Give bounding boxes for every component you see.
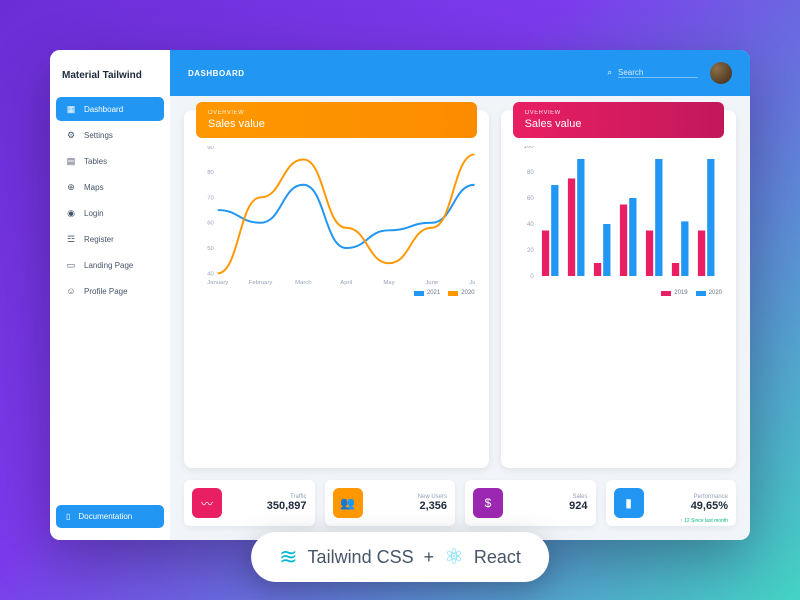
- svg-text:70: 70: [207, 195, 214, 201]
- svg-text:90: 90: [207, 146, 214, 151]
- nav-label: Register: [84, 235, 114, 244]
- svg-text:40: 40: [207, 271, 214, 277]
- svg-text:40: 40: [527, 222, 534, 228]
- nav-list: ▦ Dashboard ⚙ Settings ▤ Tables ⊕ Maps ◉ Login ☲ Re…: [50, 95, 170, 499]
- legend: 2021 2020: [198, 290, 475, 296]
- avatar[interactable]: [710, 62, 732, 84]
- stat-value: 924: [511, 500, 588, 512]
- svg-text:20: 20: [527, 248, 534, 254]
- chart-header: OVERVIEW Sales value: [196, 102, 477, 138]
- svg-text:February: February: [249, 280, 273, 286]
- content: OVERVIEW Sales value 40 50 60 70 80 90 January…: [170, 96, 750, 540]
- tech-badge: ≋ Tailwind CSS + ⚛ React: [251, 532, 549, 582]
- app-window: Material Tailwind ▦ Dashboard ⚙ Settings ▤ Ta…: [50, 50, 750, 540]
- svg-text:60: 60: [207, 221, 214, 227]
- overview-label: OVERVIEW: [208, 110, 465, 116]
- search-input[interactable]: [618, 68, 698, 78]
- svg-text:July: July: [469, 280, 474, 286]
- nav-label: Landing Page: [84, 261, 133, 270]
- search-icon: ⌕: [608, 68, 612, 78]
- sidebar-item-register[interactable]: ☲ Register: [56, 227, 164, 251]
- doc-icon: ▯: [66, 512, 70, 521]
- search[interactable]: ⌕: [608, 68, 698, 78]
- legend-item: 2021: [414, 290, 440, 296]
- line-chart: 40 50 60 70 80 90 January February March April May…: [198, 146, 475, 286]
- stats-row: 〰Traffic350,897👥New Users2,356$Sales924 ▮…: [184, 480, 736, 526]
- legend-item: 2020: [696, 290, 722, 296]
- chart-title: Sales value: [208, 118, 465, 130]
- chart-header: OVERVIEW Sales value: [513, 102, 724, 138]
- bar-chart: 0 20 40 60 80 100: [515, 146, 722, 286]
- svg-text:0: 0: [530, 274, 534, 280]
- badge-react: React: [474, 547, 521, 568]
- sidebar-item-dashboard[interactable]: ▦ Dashboard: [56, 97, 164, 121]
- svg-text:June: June: [425, 280, 439, 286]
- overview-label: OVERVIEW: [525, 110, 712, 116]
- charts-row: OVERVIEW Sales value 40 50 60 70 80 90 January…: [184, 110, 736, 468]
- sidebar-item-settings[interactable]: ⚙ Settings: [56, 123, 164, 147]
- topbar: DASHBOARD ⌕: [170, 50, 750, 96]
- nav-label: Login: [84, 209, 104, 218]
- legend: 2019 2020: [515, 290, 722, 296]
- page-title: DASHBOARD: [188, 69, 245, 78]
- sidebar-item-profile-page[interactable]: ☺ Profile Page: [56, 279, 164, 303]
- nav-label: Dashboard: [84, 105, 123, 114]
- nav-icon: ☲: [66, 234, 76, 244]
- badge-plus: +: [424, 547, 435, 568]
- stat-card-sales: $Sales924: [465, 480, 596, 526]
- nav-icon: ⊕: [66, 182, 76, 192]
- nav-icon: ▭: [66, 260, 76, 270]
- documentation-button[interactable]: ▯ Documentation: [56, 505, 164, 528]
- badge-tailwind: Tailwind CSS: [308, 547, 414, 568]
- sidebar: Material Tailwind ▦ Dashboard ⚙ Settings ▤ Ta…: [50, 50, 170, 540]
- svg-text:March: March: [295, 280, 311, 286]
- nav-icon: ◉: [66, 208, 76, 218]
- nav-icon: ☺: [66, 286, 76, 296]
- stat-value: 2,356: [371, 500, 448, 512]
- main: DASHBOARD ⌕ OVERVIEW Sales value 40 50 60 7…: [170, 50, 750, 540]
- svg-text:80: 80: [207, 170, 214, 176]
- sidebar-item-maps[interactable]: ⊕ Maps: [56, 175, 164, 199]
- react-icon: ⚛: [444, 544, 464, 570]
- nav-label: Profile Page: [84, 287, 128, 296]
- svg-text:April: April: [340, 280, 352, 286]
- svg-text:60: 60: [527, 196, 534, 202]
- stat-value: 49,65%: [652, 500, 729, 512]
- legend-item: 2019: [661, 290, 687, 296]
- svg-text:100: 100: [523, 146, 534, 150]
- doc-label: Documentation: [78, 512, 132, 521]
- nav-icon: ▤: [66, 156, 76, 166]
- svg-text:80: 80: [527, 170, 534, 176]
- svg-text:May: May: [383, 280, 394, 286]
- chart-title: Sales value: [525, 118, 712, 130]
- svg-text:January: January: [207, 280, 228, 286]
- stat-icon: 〰: [192, 488, 222, 518]
- stat-value: 350,897: [230, 500, 307, 512]
- stat-sub: ↑ 12 Since last month: [680, 518, 728, 524]
- tailwind-icon: ≋: [279, 544, 297, 570]
- nav-label: Maps: [84, 183, 104, 192]
- nav-icon: ⚙: [66, 130, 76, 140]
- sidebar-item-login[interactable]: ◉ Login: [56, 201, 164, 225]
- line-chart-card: OVERVIEW Sales value 40 50 60 70 80 90 January…: [184, 110, 489, 468]
- stat-icon: ▮: [614, 488, 644, 518]
- sidebar-item-tables[interactable]: ▤ Tables: [56, 149, 164, 173]
- svg-text:50: 50: [207, 246, 214, 252]
- nav-icon: ▦: [66, 104, 76, 114]
- stat-card-new-users: 👥New Users2,356: [325, 480, 456, 526]
- nav-label: Tables: [84, 157, 107, 166]
- legend-item: 2020: [448, 290, 474, 296]
- stat-card-performance: ▮Performance49,65%↑ 12 Since last month: [606, 480, 737, 526]
- sidebar-item-landing-page[interactable]: ▭ Landing Page: [56, 253, 164, 277]
- bar-chart-card: OVERVIEW Sales value 020406080100 201920…: [501, 110, 736, 468]
- stat-icon: $: [473, 488, 503, 518]
- logo: Material Tailwind: [50, 62, 170, 95]
- stat-card-traffic: 〰Traffic350,897: [184, 480, 315, 526]
- stat-icon: 👥: [333, 488, 363, 518]
- nav-label: Settings: [84, 131, 113, 140]
